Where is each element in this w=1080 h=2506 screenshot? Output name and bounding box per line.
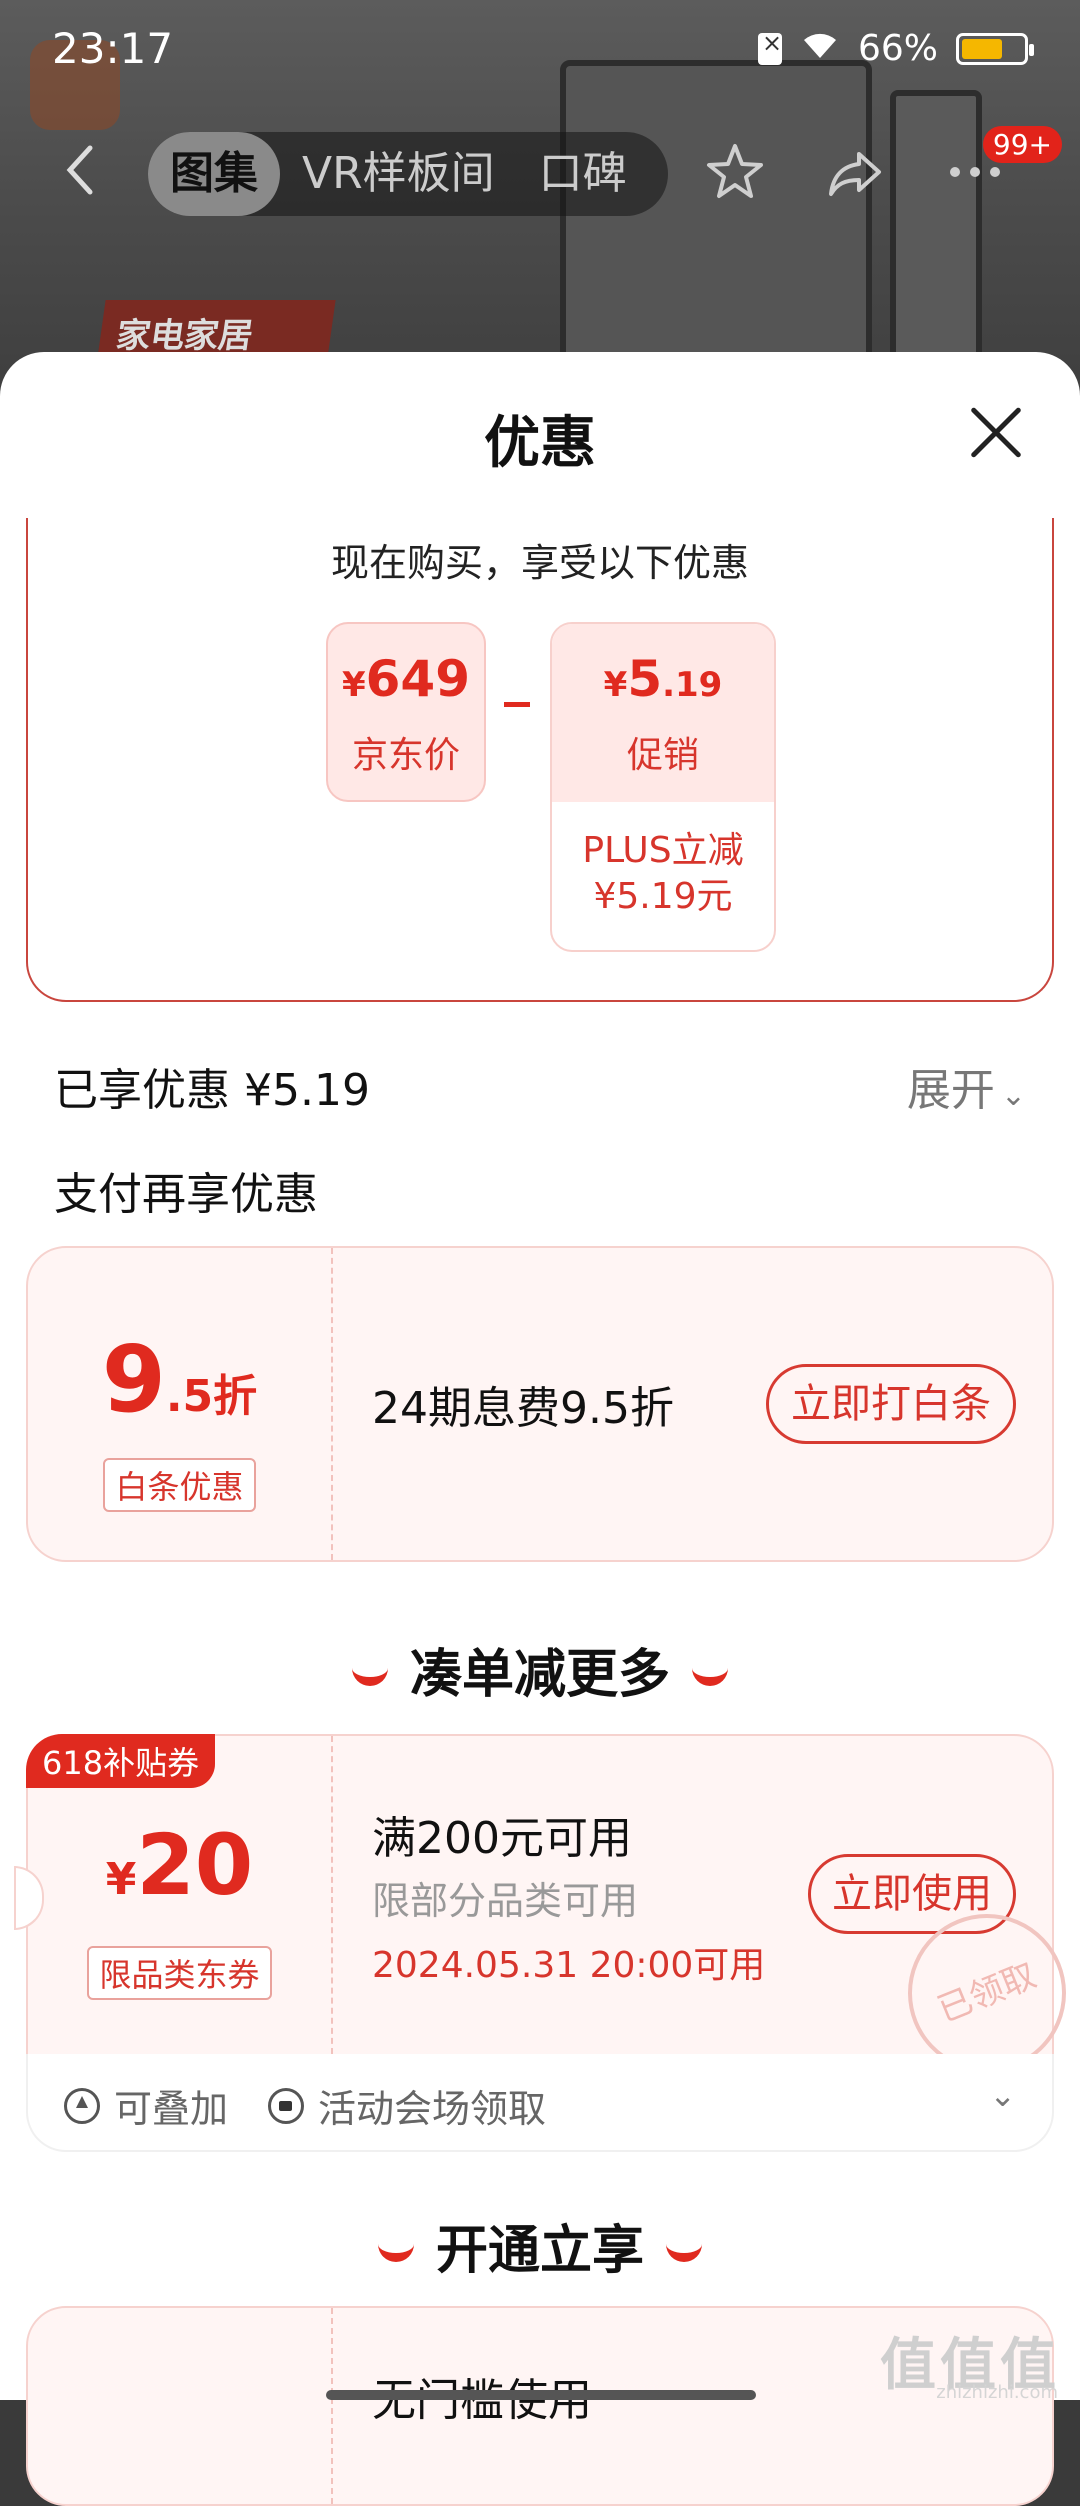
close-icon[interactable] [966,402,1026,462]
promo-label: 促销 [626,735,699,776]
voucher-card: 618补贴券 ¥20 限品类东券 满200元可用 限部分品类可用 2024.05… [14,1734,1080,2096]
source-info: 活动会场领取 [268,2078,546,2133]
baitiao-tag: 白条优惠 [103,1458,256,1512]
sheet-title: 优惠 [484,411,596,476]
favorite-star-icon[interactable] [700,140,770,210]
chevron-down-icon[interactable]: ⌄ [989,2076,1016,2114]
voucher-ribbon: 618补贴券 [26,1734,216,1788]
use-baitiao-button[interactable]: 立即打白条 [766,1364,1016,1444]
tab-reviews[interactable]: 口碑 [517,132,649,216]
voucher-subtitle: 限部分品类可用 [372,1879,639,1923]
voucher-value: ¥20 [105,1816,254,1914]
jd-price-box: ¥649 京东价 [326,622,486,802]
smile-icon [377,2235,414,2262]
baitiao-discount: 9.5折 [101,1326,258,1433]
expand-button[interactable]: 展开 ⌄ [907,1054,1026,1118]
promo-box: ¥5.19 促销 PLUS立减 ¥5.19元 [550,622,776,952]
voucher-date: 2024.05.31 20:00可用 [372,1945,766,1986]
smile-icon [666,2235,702,2262]
section-more-heading: 凑单减更多 [0,1632,1080,1707]
summary-intro: 现在购买，享受以下优惠 [330,541,749,585]
home-indicator[interactable] [326,2390,756,2400]
enjoyed-discount: 已享优惠 ¥5.19 [54,1065,370,1116]
smile-icon [692,1659,728,1686]
promo-value: ¥5.19 [603,650,723,708]
promo-detail: PLUS立减 ¥5.19元 [582,830,744,917]
ticket-icon [268,2087,304,2124]
top-navigation: 图集 VR样板间 口碑 99+ [0,120,1080,220]
baitiao-card: 9.5折 白条优惠 24期息费9.5折 立即打白条 [26,1246,1054,1562]
smile-icon [351,1659,388,1686]
status-time: 23:17 [52,24,174,73]
stackable-info: 可叠加 [64,2078,228,2133]
back-button[interactable] [60,140,104,200]
minus-sign [504,702,530,707]
chevron-down-icon: ⌄ [1000,1078,1026,1113]
wifi-icon [800,28,840,69]
status-icons: 66% [757,28,1034,69]
voucher-tag: 限品类东券 [87,1946,272,2000]
tab-gallery[interactable]: 图集 [148,132,280,216]
share-icon[interactable] [820,140,890,210]
jd-price-label: 京东价 [351,735,460,776]
chevron-left-icon [66,145,93,195]
jd-price-value: ¥649 [341,650,471,708]
price-summary-card: 现在购买，享受以下优惠 ¥649 京东价 ¥5.19 促销 PLUS立减 ¥5.… [26,518,1054,1002]
voucher-footer: 可叠加 活动会场领取 ⌄ [26,2054,1054,2152]
voucher-title: 满200元可用 [372,1813,632,1864]
stack-icon [64,2087,100,2124]
section-open-heading: 开通立享 [0,2208,1080,2283]
status-bar: 23:17 66% [0,0,1080,100]
message-badge: 99+ [982,126,1062,163]
baitiao-desc: 24期息费9.5折 [372,1383,674,1434]
tab-vr-room[interactable]: VR样板间 [280,132,517,216]
battery-icon [956,32,1034,65]
battery-percent: 66% [857,28,938,69]
no-sim-icon [757,29,782,65]
media-tabs: 图集 VR样板间 口碑 [148,132,668,216]
pay-more-heading: 支付再享优惠 [54,1169,318,1220]
